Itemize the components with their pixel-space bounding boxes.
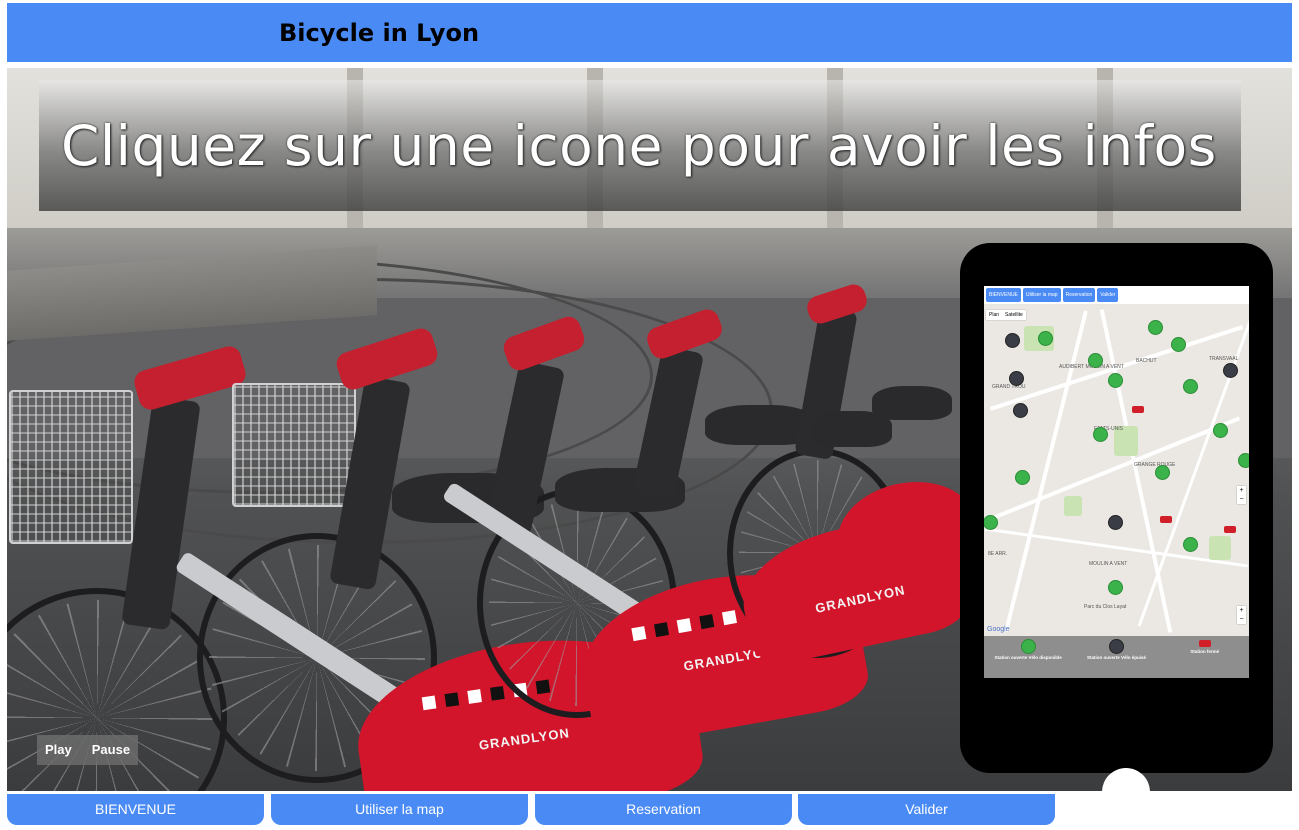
map-zoom-control[interactable]: + −: [1237, 486, 1246, 504]
caption-text: Cliquez sur une icone pour avoir les inf…: [61, 114, 1217, 178]
phone-tab-bar: BIENVENUE Utiliser la map Reservation Va…: [984, 286, 1249, 304]
phone-tab: Utiliser la map: [1022, 288, 1061, 302]
station-marker-empty[interactable]: [1006, 334, 1019, 347]
legend-marker-empty-icon: [1109, 640, 1123, 653]
map-type-satellite: Satellite: [1005, 312, 1023, 318]
slideshow-controls: Play Pause: [37, 735, 139, 765]
map-legend: Station ouverte Vélo disponible Station …: [984, 636, 1249, 678]
station-marker-open[interactable]: [1214, 424, 1227, 437]
station-marker-open[interactable]: [1039, 332, 1052, 345]
map-type-plan: Plan: [989, 312, 1000, 318]
station-marker-closed[interactable]: [1132, 406, 1144, 413]
map-label: Parc du Clos Layat: [1084, 604, 1127, 610]
map-label: MOULIN A VENT: [1089, 561, 1128, 567]
legend-label: Station ouverte Vélo disponible: [994, 655, 1062, 660]
phone-screen: BIENVENUE Utiliser la map Reservation Va…: [984, 286, 1249, 678]
station-marker-open[interactable]: [1239, 454, 1249, 467]
nav-utiliser-la-map-button[interactable]: Utiliser la map: [271, 794, 528, 825]
nav-valider-button[interactable]: Valider: [798, 794, 1055, 825]
station-marker-empty[interactable]: [1224, 364, 1237, 377]
fender-brand-label: GRANDLYON: [477, 725, 571, 753]
station-marker-open[interactable]: [984, 516, 997, 529]
station-marker-open[interactable]: [1016, 471, 1029, 484]
header-bar: Bicycle in Lyon: [7, 3, 1292, 62]
legend-item-open: Station ouverte Vélo disponible: [988, 636, 1068, 661]
station-marker-open[interactable]: [1109, 581, 1122, 594]
map-label: 8E ARR.: [988, 551, 1008, 557]
station-marker-open[interactable]: [1172, 338, 1185, 351]
station-marker-open[interactable]: [1184, 380, 1197, 393]
legend-item-closed: Station fermé: [1165, 636, 1245, 655]
pause-button[interactable]: Pause: [80, 735, 138, 765]
station-marker-open[interactable]: [1149, 321, 1162, 334]
phone-mockup: BIENVENUE Utiliser la map Reservation Va…: [960, 243, 1273, 791]
slideshow: GRANDLYON GRANDLYON GRANDLYON Cliquez su…: [7, 68, 1292, 791]
page-title: Bicycle in Lyon: [279, 19, 480, 47]
map-label: TRANSVAAL: [1209, 356, 1239, 362]
station-marker-closed[interactable]: [1160, 516, 1172, 523]
phone-map: Plan Satellite GRAND TROU AUDIBERT MOULI…: [984, 306, 1249, 636]
station-marker-empty[interactable]: [1014, 404, 1027, 417]
station-marker-open[interactable]: [1109, 374, 1122, 387]
station-marker-open[interactable]: [1184, 538, 1197, 551]
station-marker-open[interactable]: [1089, 354, 1102, 367]
station-marker-open[interactable]: [1094, 428, 1107, 441]
station-marker-empty[interactable]: [1010, 372, 1023, 385]
map-label: GRANGE ROUGE: [1134, 462, 1176, 468]
map-label: GRAND TROU: [992, 384, 1026, 390]
phone-tab: Valider: [1097, 288, 1119, 302]
map-zoom-control[interactable]: + −: [1237, 606, 1246, 624]
legend-item-empty: Station ouverte Vélo épuisé: [1076, 636, 1156, 661]
phone-home-button-icon: [1102, 768, 1150, 791]
legend-marker-open-icon: [1021, 640, 1035, 653]
map-type-switch: Plan Satellite: [986, 310, 1026, 320]
nav-bienvenue-button[interactable]: BIENVENUE: [7, 794, 264, 825]
phone-tab: Reservation: [1062, 288, 1096, 302]
legend-marker-closed-icon: [1198, 640, 1211, 647]
legend-label: Station fermé: [1190, 649, 1220, 654]
play-button[interactable]: Play: [37, 735, 80, 765]
caption-banner: Cliquez sur une icone pour avoir les inf…: [39, 80, 1241, 211]
nav-reservation-button[interactable]: Reservation: [535, 794, 792, 825]
phone-tab: BIENVENUE: [986, 288, 1021, 302]
google-logo: Google: [987, 626, 1010, 633]
map-label: BACHUT: [1136, 358, 1157, 364]
station-marker-closed[interactable]: [1224, 526, 1236, 533]
legend-label: Station ouverte Vélo épuisé: [1086, 655, 1146, 660]
station-marker-open[interactable]: [1156, 466, 1169, 479]
station-marker-empty[interactable]: [1109, 516, 1122, 529]
